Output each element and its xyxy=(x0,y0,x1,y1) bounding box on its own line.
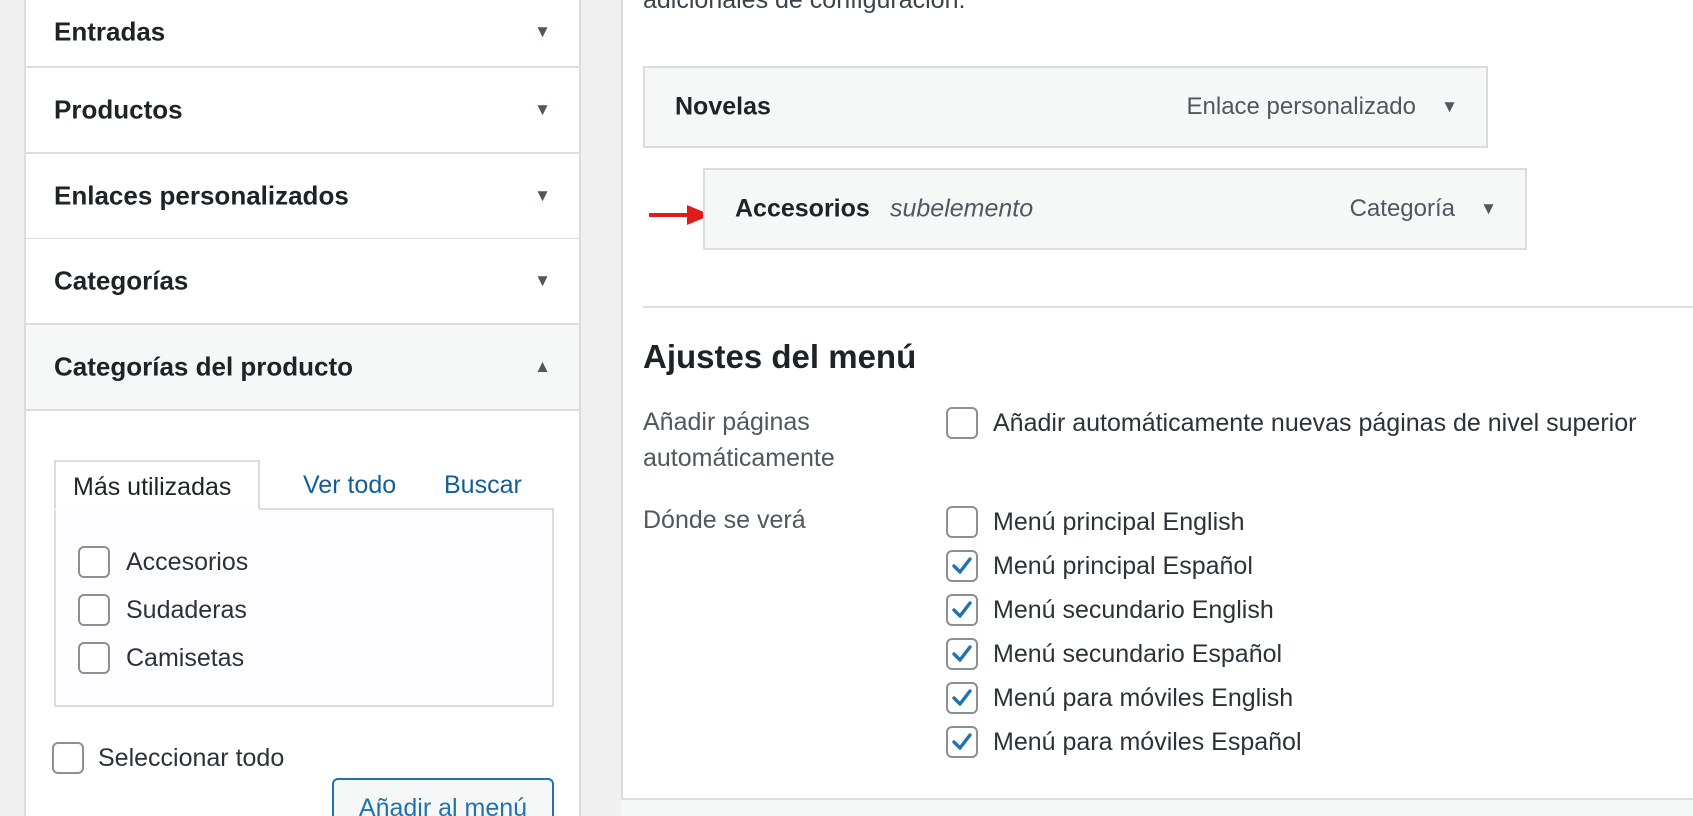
menu-items-sidebar: Entradas ▼ Productos ▼ Enlaces personali… xyxy=(24,0,581,816)
footer-bar xyxy=(621,798,1693,816)
intro-text: adicionales de configuración. xyxy=(643,0,966,14)
checkbox-sudaderas[interactable] xyxy=(78,594,110,626)
location-label-text: Menú principal Español xyxy=(993,552,1253,580)
accordion-title: Enlaces personalizados xyxy=(54,180,349,211)
checkbox-label: Camisetas xyxy=(126,644,245,672)
auto-add-label-line2: automáticamente xyxy=(643,444,835,472)
accordion-title: Productos xyxy=(54,94,183,125)
location-label: Dónde se verá xyxy=(643,506,806,534)
select-all-label: Seleccionar todo xyxy=(98,744,285,772)
accordion-enlaces-personalizados[interactable]: Enlaces personalizados ▼ xyxy=(26,154,579,240)
chevron-down-icon[interactable]: ▼ xyxy=(534,22,551,42)
accordion-entradas[interactable]: Entradas ▼ xyxy=(26,0,579,68)
checkbox-label: Accesorios xyxy=(126,548,249,576)
chevron-down-icon[interactable]: ▼ xyxy=(534,271,551,291)
auto-add-checkbox[interactable] xyxy=(946,407,978,439)
location-label-text: Menú secundario English xyxy=(993,596,1274,624)
accordion-title: Entradas xyxy=(54,16,166,47)
location-label-text: Menú para móviles Español xyxy=(993,728,1302,756)
menu-item-title: Accesorios xyxy=(735,194,870,223)
location-checkbox[interactable] xyxy=(946,682,978,714)
checkmark-icon xyxy=(952,557,972,574)
menu-item-type: Categoría xyxy=(1349,195,1455,222)
checkmark-icon xyxy=(952,733,972,750)
auto-add-label-line1: Añadir páginas xyxy=(643,408,810,436)
accordion-productos[interactable]: Productos ▼ xyxy=(26,68,579,154)
menu-item-novelas[interactable]: Novelas Enlace personalizado ▼ xyxy=(643,66,1488,148)
tab-view-all[interactable]: Ver todo xyxy=(303,460,396,510)
add-to-menu-button[interactable]: Añadir al menú xyxy=(332,778,554,816)
menu-settings-title: Ajustes del menú xyxy=(643,338,917,375)
menu-item-title: Novelas xyxy=(675,92,771,121)
chevron-down-icon[interactable]: ▼ xyxy=(534,186,551,206)
menu-item-type: Enlace personalizado xyxy=(1186,93,1417,120)
tab-search[interactable]: Buscar xyxy=(444,460,522,510)
location-checkbox[interactable] xyxy=(946,550,978,582)
auto-add-option-label: Añadir automáticamente nuevas páginas de… xyxy=(993,409,1637,437)
select-all-checkbox[interactable] xyxy=(52,742,84,774)
menu-structure-panel: adicionales de configuración. Novelas En… xyxy=(621,0,1693,798)
checkmark-icon xyxy=(952,645,972,662)
accordion-title: Categorías xyxy=(54,265,189,296)
location-checkbox[interactable] xyxy=(946,594,978,626)
chevron-down-icon[interactable]: ▼ xyxy=(534,100,551,120)
chevron-down-icon[interactable]: ▼ xyxy=(1480,199,1497,219)
location-checkbox[interactable] xyxy=(946,638,978,670)
auto-add-label: Añadir páginas automáticamente xyxy=(643,404,835,476)
category-checklist: Accesorios Sudaderas Camisetas xyxy=(54,508,554,707)
accordion-categorias-producto[interactable]: Categorías del producto ▲ xyxy=(26,325,579,411)
checkbox-accesorios[interactable] xyxy=(78,546,110,578)
menu-item-accesorios[interactable]: Accesorios subelemento Categoría ▼ xyxy=(703,168,1527,250)
checkmark-icon xyxy=(952,689,972,706)
location-checkbox[interactable] xyxy=(946,726,978,758)
chevron-down-icon[interactable]: ▼ xyxy=(1441,97,1458,117)
location-label-text: Menú secundario Español xyxy=(993,640,1283,668)
accordion-title: Categorías del producto xyxy=(54,351,354,382)
accordion-categorias[interactable]: Categorías ▼ xyxy=(26,239,579,325)
chevron-up-icon[interactable]: ▲ xyxy=(534,357,551,377)
checkbox-camisetas[interactable] xyxy=(78,642,110,674)
location-label-text: Menú para móviles English xyxy=(993,684,1294,712)
location-label-text: Menú principal English xyxy=(993,508,1245,536)
checkmark-icon xyxy=(952,601,972,618)
location-checkbox[interactable] xyxy=(946,506,978,538)
checkbox-label: Sudaderas xyxy=(126,596,247,624)
menu-item-subtitle: subelemento xyxy=(890,194,1034,223)
tab-most-used[interactable]: Más utilizadas xyxy=(54,460,260,510)
divider xyxy=(643,306,1693,308)
